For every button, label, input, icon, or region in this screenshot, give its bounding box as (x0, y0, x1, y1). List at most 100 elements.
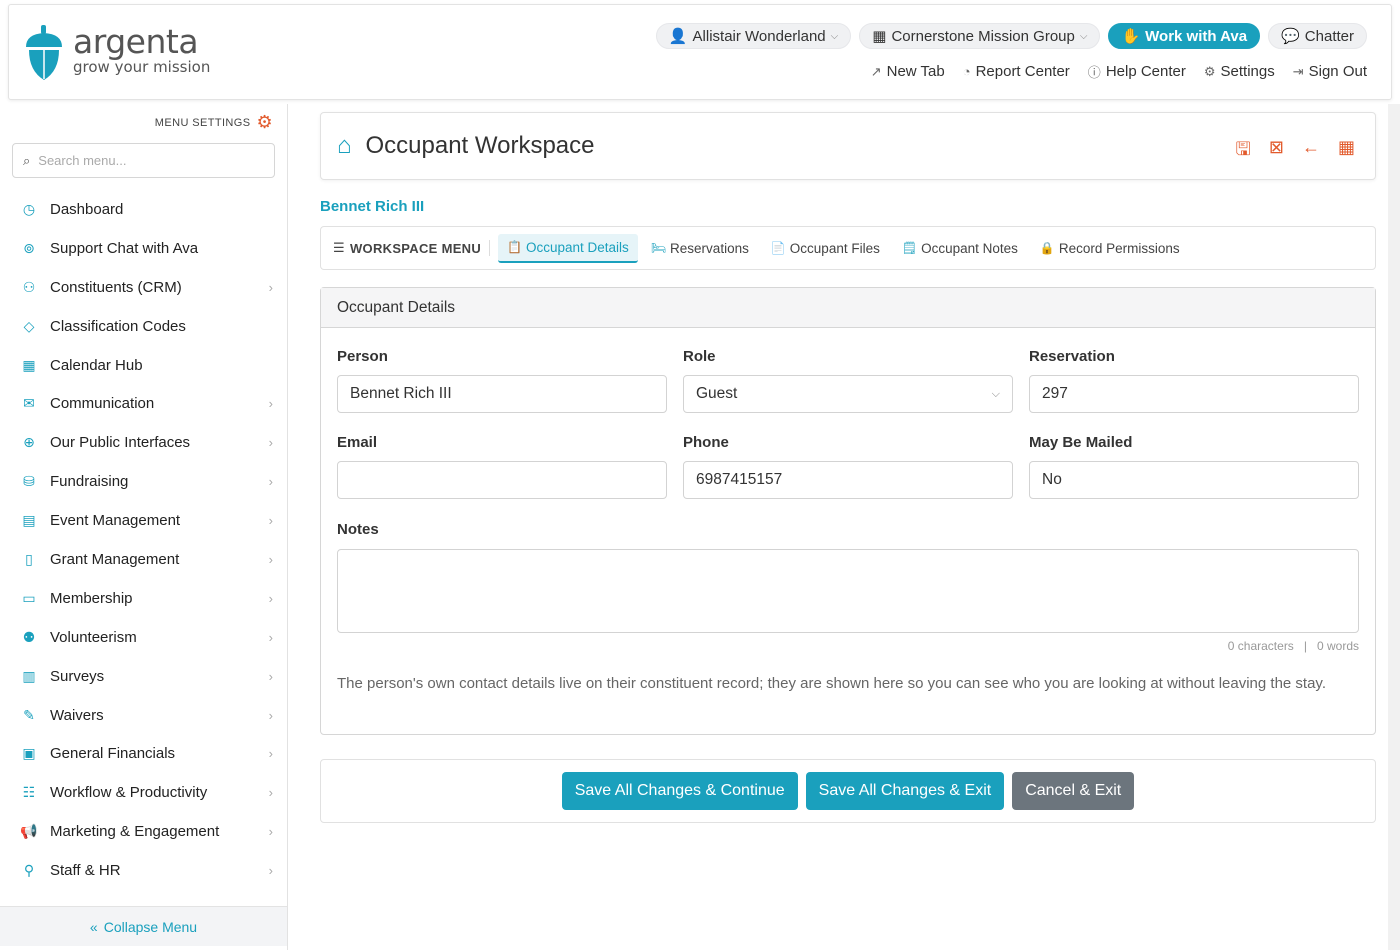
argenta-logo[interactable]: argenta grow your mission (23, 23, 210, 83)
tab-reservations[interactable]: 🛏 Reservations (642, 235, 758, 262)
mail-icon: ✉ (23, 395, 35, 412)
save-continue-button[interactable]: Save All Changes & Continue (561, 772, 798, 810)
org-menu-button[interactable]: ▦ Cornerstone Mission Group ⌵ (859, 23, 1101, 49)
action-bar: Save All Changes & Continue Save All Cha… (320, 759, 1376, 823)
building-icon: ▦ (872, 28, 887, 45)
page-scrollbar[interactable] (1388, 104, 1400, 950)
sidebar-item-label: Waivers (50, 706, 104, 724)
file-icon: 📄 (770, 241, 786, 255)
help-center-link[interactable]: ⓘ Help Center (1088, 62, 1186, 81)
sidebar-item-label: General Financials (50, 745, 176, 763)
chatter-button[interactable]: 💬 Chatter (1268, 23, 1367, 49)
role-value: Guest (696, 385, 738, 402)
sidebar-item-our-public-interfaces[interactable]: ⊕ Our Public Interfaces › (0, 423, 287, 462)
sidebar-item-label: Constituents (CRM) (50, 278, 182, 296)
hand-icon: ✋ (1121, 28, 1141, 45)
tab-record-permissions[interactable]: 🔒 Record Permissions (1031, 235, 1189, 262)
sidebar-item-marketing-engagement[interactable]: 📢 Marketing & Engagement › (0, 812, 287, 851)
sidebar-item-general-financials[interactable]: ▣ General Financials › (0, 734, 287, 773)
grid-menu-icon[interactable]: ▦ (1338, 137, 1355, 167)
sidebar-item-calendar-hub[interactable]: ▦ Calendar Hub (0, 346, 287, 385)
new-tab-link[interactable]: ↗ New Tab (871, 62, 945, 81)
person-label: Person (337, 348, 388, 365)
occupant-details-card: Occupant Details Person Bennet Rich III … (320, 287, 1376, 735)
workspace-menu-toggle[interactable]: ☰ WORKSPACE MENU (333, 240, 491, 256)
volunteer-icon: ⚉ (22, 628, 36, 645)
sidebar-item-label: Membership (50, 589, 133, 607)
tab-occupant-details[interactable]: 📋 Occupant Details (498, 233, 638, 263)
reservation-input[interactable]: 297 (1029, 375, 1359, 413)
workflow-icon: ☷ (22, 784, 36, 801)
phone-field: Phone 6987415157 (683, 434, 1013, 499)
work-with-ava-button[interactable]: ✋ Work with Ava (1108, 23, 1261, 49)
sign-out-link[interactable]: ⇥ Sign Out (1293, 62, 1367, 81)
email-field: Email (337, 434, 667, 499)
phone-label: Phone (683, 434, 729, 451)
sidebar-item-label: Staff & HR (50, 862, 121, 880)
sidebar-item-label: Communication (50, 395, 155, 413)
role-label: Role (683, 348, 716, 365)
role-field: Role Guest ⌵ (683, 348, 1013, 413)
user-menu-button[interactable]: 👤 Allistair Wonderland ⌵ (655, 23, 852, 49)
back-arrow-icon[interactable]: ← (1302, 137, 1320, 167)
chevron-right-icon: › (268, 668, 273, 684)
external-link-icon: ↗ (870, 63, 882, 79)
sidebar-item-event-management[interactable]: ▤ Event Management › (0, 501, 287, 540)
tab-occupant-files[interactable]: 📄 Occupant Files (762, 235, 889, 262)
app-header: argenta grow your mission 👤 Allistair Wo… (8, 4, 1392, 100)
sidebar-item-waivers[interactable]: ✎ Waivers › (0, 696, 287, 735)
sidebar-item-classification-codes[interactable]: ◇ Classification Codes (0, 307, 287, 346)
notes-label: Notes (337, 521, 379, 538)
role-select[interactable]: Guest ⌵ (683, 375, 1013, 413)
bed-icon: 🛏 (650, 241, 667, 255)
sidebar-item-membership[interactable]: ▭ Membership › (0, 579, 287, 618)
phone-input[interactable]: 6987415157 (683, 461, 1013, 499)
sidebar-item-workflow-productivity[interactable]: ☷ Workflow & Productivity › (0, 773, 287, 812)
chevron-right-icon: › (268, 824, 273, 840)
note-icon: 🗒 (901, 241, 918, 255)
sidebar-item-volunteerism[interactable]: ⚉ Volunteerism › (0, 618, 287, 657)
chevron-right-icon: › (268, 746, 273, 762)
sidebar-item-label: Grant Management (50, 550, 180, 568)
sidebar-item-grant-management[interactable]: ▯ Grant Management › (0, 540, 287, 579)
globe-icon: ⊕ (23, 434, 35, 451)
sidebar-item-constituents-crm[interactable]: ⚇ Constituents (CRM) › (0, 268, 287, 307)
tab-label: Record Permissions (1058, 240, 1180, 256)
sidebar-item-support-chat-with-ava[interactable]: ⊚ Support Chat with Ava (0, 229, 287, 268)
calendar-icon: ▦ (22, 356, 36, 373)
settings-link[interactable]: ⚙ Settings (1204, 62, 1275, 81)
sign-out-label: Sign Out (1308, 63, 1367, 80)
sidebar-item-label: Calendar Hub (50, 356, 143, 374)
delete-icon[interactable]: ⊠ (1269, 137, 1284, 167)
chevron-down-icon: ⌵ (1079, 30, 1088, 42)
chevron-right-icon: › (268, 513, 273, 529)
cancel-exit-button[interactable]: Cancel & Exit (1012, 772, 1135, 810)
people-icon: ⚇ (22, 278, 36, 295)
notes-textarea[interactable] (337, 549, 1359, 633)
clipboard-icon: 📋 (507, 240, 522, 254)
save-exit-button[interactable]: Save All Changes & Exit (805, 772, 1005, 810)
chat-bubbles-icon: 💬 (1281, 28, 1300, 45)
save-icon[interactable]: 🖫 (1236, 137, 1251, 167)
grant-icon: ▯ (25, 550, 33, 567)
sidebar-item-staff-hr[interactable]: ⚲ Staff & HR › (0, 851, 287, 890)
may-be-mailed-input[interactable]: No (1029, 461, 1359, 499)
email-input[interactable] (337, 461, 667, 499)
sidebar-item-fundraising[interactable]: ⛁ Fundraising › (0, 462, 287, 501)
sidebar-item-surveys[interactable]: ▥ Surveys › (0, 657, 287, 696)
menu-search-input[interactable]: ⌕ Search menu... (12, 143, 275, 178)
tab-occupant-notes[interactable]: 🗒 Occupant Notes (893, 235, 1027, 262)
sidebar-item-dashboard[interactable]: ◷ Dashboard (0, 190, 287, 229)
collapse-menu-button[interactable]: « Collapse Menu (0, 906, 287, 946)
report-center-link[interactable]: ◔ Report Center (963, 62, 1070, 81)
sidebar-item-communication[interactable]: ✉ Communication › (0, 384, 287, 423)
chevron-right-icon: › (268, 396, 273, 412)
chevron-right-icon: › (268, 474, 273, 490)
person-name-link[interactable]: Bennet Rich III (320, 198, 424, 215)
tab-label: Occupant Details (526, 239, 629, 255)
menu-settings-button[interactable]: MENU SETTINGS ⚙ (155, 112, 273, 133)
settings-label: Settings (1220, 63, 1275, 80)
person-input[interactable]: Bennet Rich III (337, 375, 667, 413)
sidebar-item-label: Classification Codes (50, 317, 186, 335)
ava-label: Work with Ava (1145, 27, 1248, 45)
